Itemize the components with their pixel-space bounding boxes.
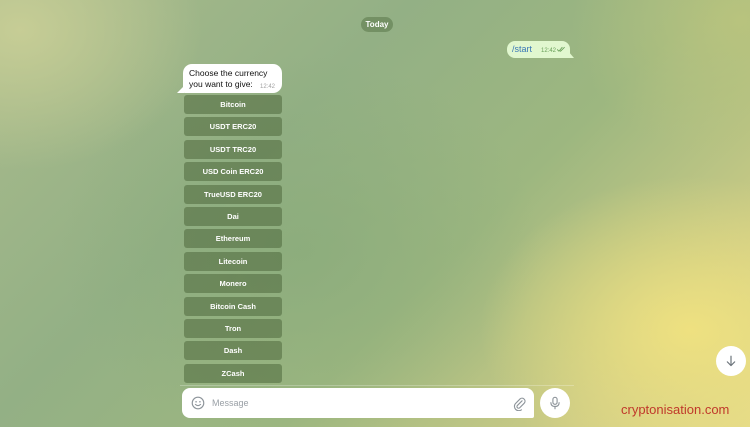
currency-button-zcash[interactable]: ZCash xyxy=(184,363,282,383)
chevron-down-icon xyxy=(726,355,736,367)
outgoing-message-text: /start xyxy=(512,44,533,54)
currency-button-usdt-trc20[interactable]: USDT TRC20 xyxy=(184,139,282,159)
message-composer xyxy=(182,388,534,418)
date-separator: Today xyxy=(361,17,393,32)
currency-button-litecoin[interactable]: Litecoin xyxy=(184,251,282,271)
currency-button-trueusd-erc20[interactable]: TrueUSD ERC20 xyxy=(184,184,282,204)
watermark: cryptonisation.com xyxy=(621,402,730,417)
currency-button-bitcoin[interactable]: Bitcoin xyxy=(184,95,282,114)
scroll-down-button[interactable] xyxy=(716,346,746,376)
message-input[interactable] xyxy=(212,394,502,412)
incoming-message[interactable]: Choose the currency you want to give: 12… xyxy=(183,64,282,93)
voice-message-button[interactable] xyxy=(540,388,570,418)
outgoing-message-time: 12:42 xyxy=(541,48,557,54)
currency-button-usdt-erc20[interactable]: USDT ERC20 xyxy=(184,117,282,137)
composer-divider xyxy=(180,385,574,386)
currency-button-bitcoin-cash[interactable]: Bitcoin Cash xyxy=(184,296,282,316)
double-check-icon xyxy=(557,46,565,52)
emoji-icon[interactable] xyxy=(191,396,205,410)
currency-button-dash[interactable]: Dash xyxy=(184,341,282,361)
date-label: Today xyxy=(365,20,389,29)
currency-button-usd-coin-erc20[interactable]: USD Coin ERC20 xyxy=(184,162,282,182)
outgoing-message[interactable]: /start 12:42 xyxy=(507,41,570,58)
currency-button-dai[interactable]: Dai xyxy=(184,206,282,226)
paperclip-icon[interactable] xyxy=(512,395,526,411)
currency-button-tron[interactable]: Tron xyxy=(184,318,282,338)
currency-button-ethereum[interactable]: Ethereum xyxy=(184,229,282,249)
inline-keyboard: Bitcoin USDT ERC20 USDT TRC20 USD Coin E… xyxy=(184,95,282,386)
incoming-message-time: 12:42 xyxy=(260,84,276,90)
currency-button-monero[interactable]: Monero xyxy=(184,274,282,294)
incoming-message-text: Choose the currency you want to give: xyxy=(189,68,268,89)
microphone-icon xyxy=(550,396,560,410)
